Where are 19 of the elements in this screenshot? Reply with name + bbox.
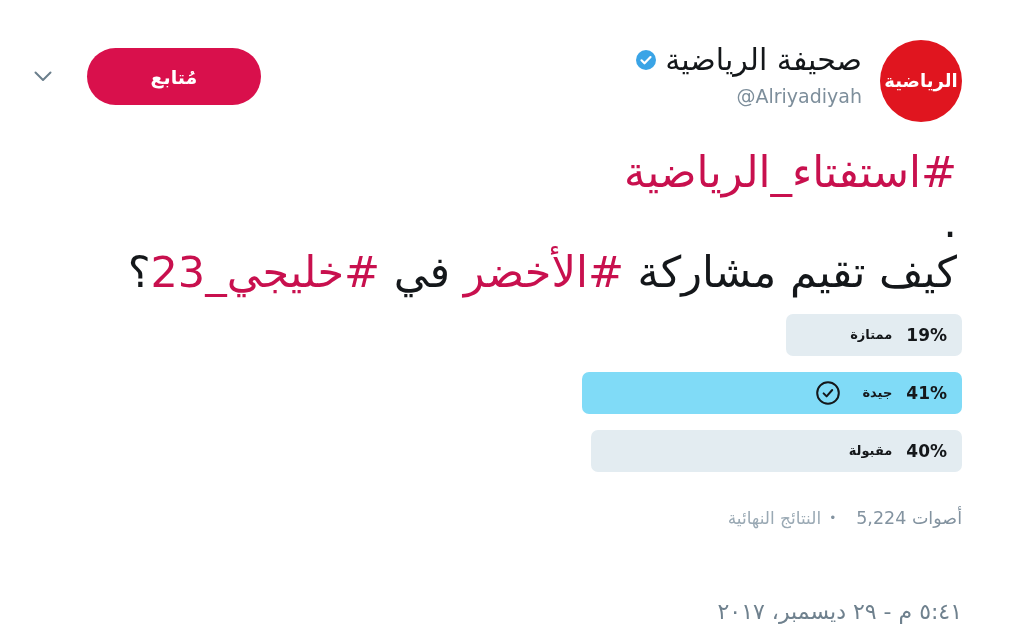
separator-dot: • — [829, 510, 837, 527]
poll-option-label: جيدة — [862, 384, 893, 402]
logo-text: الرياضية — [884, 70, 958, 92]
hashtag-link[interactable]: #استفتاء_الرياضية — [624, 147, 957, 197]
account-name: صحيفة الرياضية — [665, 44, 862, 76]
poll-percent: 41% — [906, 382, 947, 404]
chevron-down-icon[interactable] — [34, 71, 52, 82]
poll-percent: 40% — [906, 440, 947, 462]
poll-option-label: ممتازة — [850, 326, 893, 344]
follow-button[interactable]: مُتابع — [87, 48, 261, 105]
poll-percent: 19% — [906, 324, 947, 346]
vote-count: أصوات 5,224 — [856, 506, 962, 530]
hashtag-link[interactable]: #خليجي_23 — [150, 247, 381, 297]
tweet-text: #استفتاء_الرياضية . كيف تقيم مشاركة #الأخضر في #خليجي_23؟ — [126, 147, 957, 297]
account-handle: @Alriyadiyah — [736, 84, 862, 108]
tweet-timestamp[interactable]: ٥:٤١ م - ٢٩ ديسمبر، ٢٠١٧ — [717, 599, 962, 625]
poll-option-label: مقبولة — [848, 442, 893, 460]
poll-status: النتائج النهائية — [727, 507, 822, 530]
hashtag-link[interactable]: #الأخضر — [463, 247, 624, 297]
